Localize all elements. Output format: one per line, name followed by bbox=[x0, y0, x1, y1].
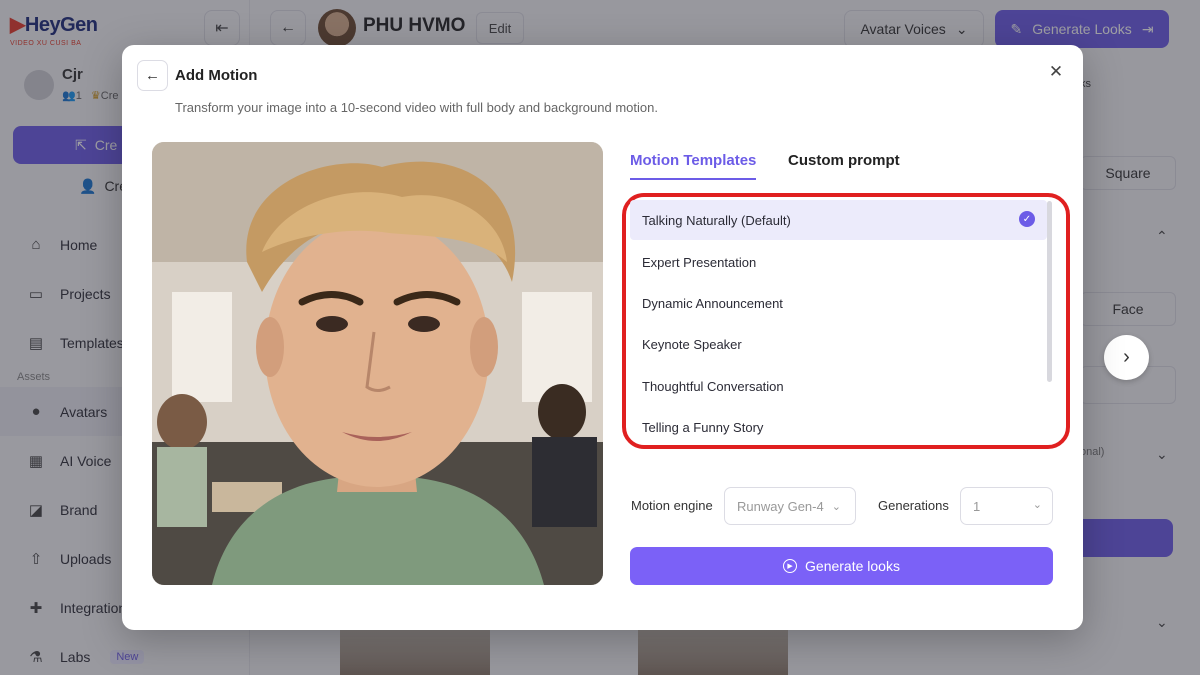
template-item-expert-presentation[interactable]: Expert Presentation bbox=[630, 242, 1047, 282]
modal-title: Add Motion bbox=[175, 67, 258, 84]
generate-looks-label: Generate looks bbox=[805, 558, 900, 574]
generations-select[interactable]: 1 ⌄ bbox=[960, 487, 1053, 525]
chevron-down-icon: ⌄ bbox=[1032, 499, 1042, 511]
chevron-down-icon: ⌄ bbox=[831, 500, 841, 513]
close-button[interactable]: ✕ bbox=[1046, 62, 1066, 82]
template-label: Talking Naturally (Default) bbox=[642, 212, 791, 228]
play-circle-icon: ▶ bbox=[783, 559, 798, 573]
template-item-keynote-speaker[interactable]: Keynote Speaker bbox=[630, 324, 1047, 364]
template-label: Telling a Funny Story bbox=[642, 419, 764, 435]
template-item-thoughtful-conversation[interactable]: Thoughtful Conversation bbox=[630, 366, 1047, 406]
avatar-photo bbox=[152, 142, 603, 585]
tab-custom-prompt[interactable]: Custom prompt bbox=[788, 152, 900, 178]
generate-looks-button[interactable]: ▶ Generate looks bbox=[630, 547, 1053, 585]
generations-value: 1 bbox=[973, 498, 981, 514]
check-circle-icon: ✓ bbox=[1019, 211, 1035, 227]
template-label: Dynamic Announcement bbox=[642, 295, 783, 311]
motion-engine-select[interactable]: Runway Gen-4 ⌄ bbox=[724, 487, 856, 525]
template-item-funny-story[interactable]: Telling a Funny Story bbox=[630, 407, 1047, 447]
template-item-talking-naturally[interactable]: Talking Naturally (Default) ✓ bbox=[630, 200, 1047, 240]
template-item-dynamic-announcement[interactable]: Dynamic Announcement bbox=[630, 283, 1047, 323]
template-list-scrollbar[interactable] bbox=[1047, 201, 1052, 382]
next-arrow-button[interactable]: › bbox=[1104, 335, 1149, 380]
close-icon: ✕ bbox=[1048, 62, 1064, 81]
motion-engine-value: Runway Gen-4 bbox=[737, 498, 824, 514]
motion-engine-label: Motion engine bbox=[631, 498, 713, 513]
generations-label: Generations bbox=[878, 498, 949, 513]
template-label: Thoughtful Conversation bbox=[642, 378, 784, 394]
motion-tabs: Motion Templates Custom prompt bbox=[630, 152, 1050, 182]
add-motion-modal: ← Add Motion Transform your image into a… bbox=[122, 45, 1083, 630]
modal-subtitle: Transform your image into a 10-second vi… bbox=[175, 100, 658, 115]
template-label: Expert Presentation bbox=[642, 254, 757, 270]
tab-motion-templates[interactable]: Motion Templates bbox=[630, 152, 757, 180]
template-label: Keynote Speaker bbox=[642, 336, 742, 352]
motion-template-list: Talking Naturally (Default) ✓ Expert Pre… bbox=[630, 200, 1047, 450]
chevron-right-icon: › bbox=[1123, 346, 1130, 368]
arrow-left-icon: ← bbox=[145, 67, 160, 84]
modal-back-button[interactable]: ← bbox=[137, 60, 168, 91]
avatar-photo-image bbox=[152, 142, 603, 585]
